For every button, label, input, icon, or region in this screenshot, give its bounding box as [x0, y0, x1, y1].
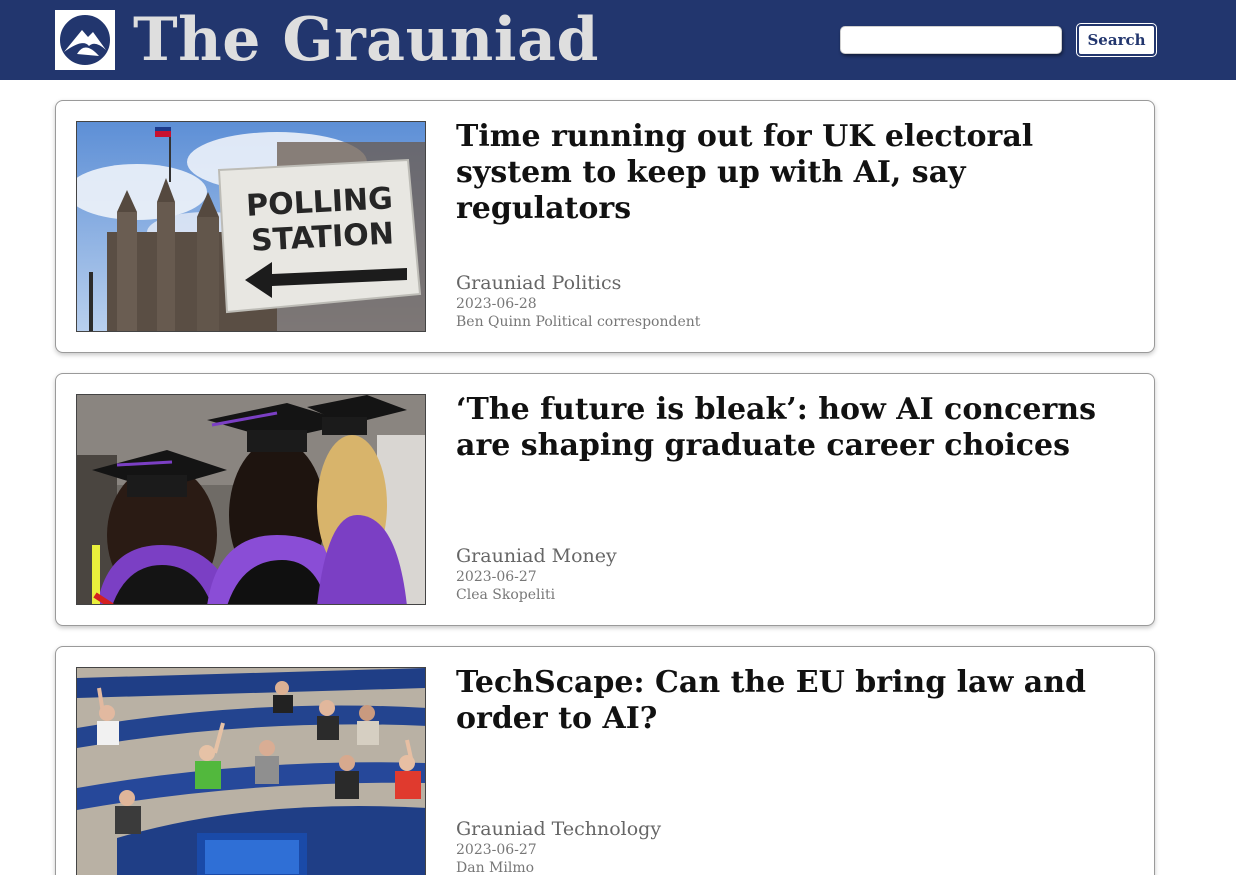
article-headline[interactable]: TechScape: Can the EU bring law and orde…	[456, 665, 1136, 737]
site-title[interactable]: The Grauniad	[133, 2, 599, 78]
mountain-circle-logo-icon	[58, 13, 112, 67]
article-date: 2023-06-27	[456, 842, 537, 858]
article-card[interactable]: ‘The future is bleak’: how AI concerns a…	[55, 373, 1155, 626]
sign-line-2: STATION	[250, 216, 395, 258]
article-byline: Clea Skopeliti	[456, 587, 556, 603]
article-section: Grauniad Money	[456, 545, 617, 567]
search-input[interactable]	[840, 26, 1062, 54]
article-image-eu-parliament[interactable]	[76, 667, 426, 875]
article-card[interactable]: TechScape: Can the EU bring law and orde…	[55, 646, 1155, 875]
article-byline: Dan Milmo	[456, 860, 535, 875]
article-image-graduates[interactable]	[76, 394, 426, 605]
article-image-polling-station[interactable]: POLLING STATION	[76, 121, 426, 332]
site-header: The Grauniad Search	[0, 0, 1236, 80]
article-byline: Ben Quinn Political correspondent	[456, 314, 701, 330]
article-headline[interactable]: Time running out for UK electoral system…	[456, 119, 1136, 227]
article-headline[interactable]: ‘The future is bleak’: how AI concerns a…	[456, 392, 1136, 464]
article-section: Grauniad Politics	[456, 272, 622, 294]
search-button[interactable]: Search	[1077, 24, 1156, 56]
article-date: 2023-06-27	[456, 569, 537, 585]
site-logo[interactable]	[55, 10, 115, 70]
article-card[interactable]: POLLING STATION Time running out for UK …	[55, 100, 1155, 353]
article-section: Grauniad Technology	[456, 818, 662, 840]
article-date: 2023-06-28	[456, 296, 537, 312]
